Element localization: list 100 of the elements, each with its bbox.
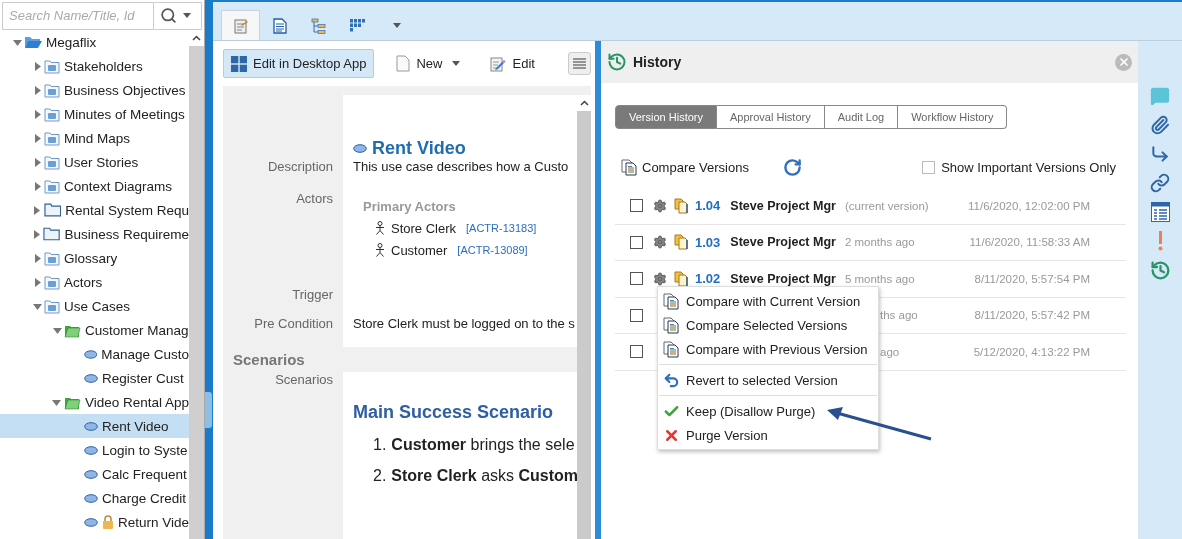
expand-arrow-icon[interactable]	[32, 229, 42, 239]
tree-item[interactable]: Register Cust	[0, 366, 189, 390]
version-date: 11/6/2020, 11:58:33 AM	[969, 236, 1090, 249]
menu-button[interactable]	[568, 52, 591, 75]
version-row[interactable]: 1.03 Steve Project Mgr 2 months ago 11/6/2020, 11:58:33 AM	[615, 224, 1126, 261]
version-number[interactable]: 1.03	[695, 234, 721, 250]
version-number[interactable]: 1.04	[695, 198, 721, 214]
menu-item[interactable]: Purge Version	[658, 423, 878, 447]
collapse-arrow-icon[interactable]	[12, 37, 22, 47]
toolbar-button[interactable]: Edit	[482, 49, 543, 78]
folder-icon	[44, 178, 60, 194]
checkbox[interactable]	[630, 272, 643, 286]
expand-arrow-icon[interactable]	[32, 277, 42, 287]
tree-item[interactable]: Manage Custo	[0, 342, 189, 366]
version-note: ago	[880, 345, 900, 358]
version-number[interactable]: 1.02	[695, 271, 721, 287]
link-icon	[1150, 173, 1170, 193]
document-icon	[272, 17, 287, 34]
gear-icon	[653, 271, 667, 286]
actor-id-link[interactable]: [ACTR-13089]	[457, 244, 528, 257]
tree-item[interactable]: Rental System Requ	[0, 198, 189, 222]
collapse-handle[interactable]	[205, 392, 212, 428]
ellipse-icon	[84, 517, 98, 527]
expand-arrow-icon[interactable]	[32, 181, 42, 191]
actor-id-link[interactable]: [ACTR-13183]	[466, 222, 537, 235]
tree-item[interactable]: Use Cases	[0, 294, 189, 318]
comment-icon	[1150, 86, 1170, 106]
expand-arrow-icon[interactable]	[32, 253, 42, 263]
actor-name: Store Clerk	[391, 220, 457, 236]
expand-arrow-icon[interactable]	[32, 109, 42, 119]
menu-item[interactable]: Keep (Disallow Purge)	[658, 399, 878, 423]
checkbox[interactable]	[630, 199, 643, 213]
expand-arrow-icon[interactable]	[32, 85, 42, 95]
checkbox[interactable]	[630, 235, 643, 249]
scrollbar[interactable]	[577, 95, 591, 539]
tree-item[interactable]: Login to Syste	[0, 438, 189, 462]
document-pen-icon	[490, 55, 507, 72]
ellipse-icon	[83, 349, 98, 359]
tree-item[interactable]: Stakeholders	[0, 54, 189, 78]
toolbar-button[interactable]: New	[388, 49, 469, 78]
checkbox[interactable]	[630, 308, 643, 322]
author-name: Steve Project Mgr	[730, 271, 836, 286]
refresh-icon	[782, 157, 802, 177]
search-button[interactable]	[154, 1, 202, 30]
ellipse-icon	[84, 373, 98, 383]
tree-item[interactable]: Calc Frequent	[0, 462, 189, 486]
checkbox[interactable]	[922, 160, 936, 174]
collapse-arrow-icon[interactable]	[52, 325, 62, 335]
tree-item[interactable]: Actors	[0, 270, 189, 294]
expand-arrow-icon[interactable]	[32, 205, 42, 215]
document-pen-icon	[232, 17, 249, 34]
tree-item[interactable]: Video Rental App	[0, 390, 189, 414]
tree-item[interactable]: Rent Video	[0, 414, 189, 438]
history-tab[interactable]: Workflow History	[898, 105, 1008, 129]
tree-item[interactable]: Minutes of Meetings	[0, 102, 189, 126]
tree-item[interactable]: Charge Credit	[0, 486, 189, 510]
compare-documents-icon	[621, 158, 638, 176]
history-tab[interactable]: Version History	[615, 105, 717, 129]
expand-arrow-icon[interactable]	[32, 157, 42, 167]
toolbar-button[interactable]: Edit in Desktop App	[223, 49, 375, 78]
ellipse-icon	[84, 445, 98, 455]
ellipse-icon	[84, 421, 98, 431]
compare-documents-icon	[663, 340, 680, 358]
scroll-up-icon	[192, 35, 201, 41]
history-tab[interactable]: Audit Log	[824, 105, 899, 129]
documents-icon	[674, 270, 691, 287]
tree-item[interactable]: Glossary	[0, 246, 189, 270]
stick-figure-icon	[375, 243, 385, 258]
history-icon	[607, 52, 627, 72]
history-tab[interactable]: Approval History	[717, 105, 825, 129]
collapse-arrow-icon[interactable]	[32, 301, 42, 311]
history-icon	[1149, 260, 1171, 281]
tree-item[interactable]: User Stories	[0, 150, 189, 174]
version-row[interactable]: 1.04 Steve Project Mgr (current version) 11/6/2020, 12:02:00 PM	[615, 188, 1126, 225]
tree-item[interactable]: Customer Manag	[0, 318, 189, 342]
tree-item[interactable]: Business Requireme	[0, 222, 189, 246]
menu-item[interactable]: Compare Selected Versions	[658, 313, 878, 337]
menu-item[interactable]: Revert to selected Version	[658, 368, 878, 392]
caret-icon	[452, 61, 461, 66]
scrollbar[interactable]	[189, 30, 204, 539]
field-value: Store Clerk must be logged on to the s	[353, 315, 575, 331]
compare-documents-icon	[663, 292, 680, 310]
tree-item[interactable]: Return Vide	[0, 510, 189, 534]
item-title: Rent Video	[372, 138, 466, 159]
compare-versions-link[interactable]: Compare Versions	[642, 159, 749, 175]
step-number: 1.	[373, 436, 387, 455]
tree-item[interactable]: Context Diagrams	[0, 174, 189, 198]
collapse-arrow-icon[interactable]	[52, 397, 62, 407]
author-name: Steve Project Mgr	[730, 198, 836, 213]
expand-arrow-icon[interactable]	[32, 61, 42, 71]
ellipse-icon	[353, 144, 367, 153]
expand-arrow-icon[interactable]	[32, 133, 42, 143]
menu-item[interactable]: Compare with Previous Version	[658, 337, 878, 361]
caret-icon	[392, 23, 401, 28]
tree-item[interactable]: Business Objectives	[0, 78, 189, 102]
tree-item[interactable]: Megaflix	[0, 30, 189, 54]
tree-item[interactable]: Mind Maps	[0, 126, 189, 150]
checkbox[interactable]	[630, 345, 643, 359]
search-field[interactable]: Search Name/Title, Id	[2, 1, 154, 30]
folder-icon	[43, 203, 62, 217]
